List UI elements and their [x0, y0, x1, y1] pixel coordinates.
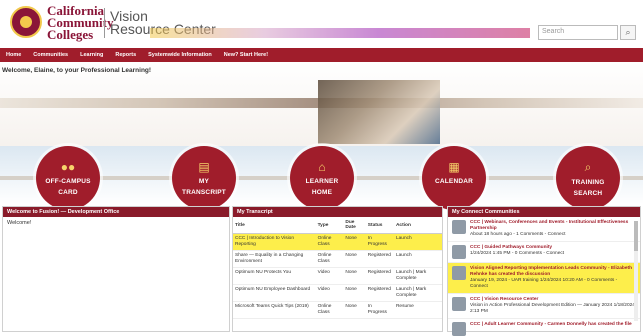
- ccc-logo-icon[interactable]: [10, 6, 42, 38]
- list-item[interactable]: CCC | Webinars, Conferences and Events -…: [448, 217, 640, 242]
- home-icon: ⌂: [318, 160, 326, 174]
- list-item[interactable]: Vision Aligned Reporting Implementation …: [448, 263, 640, 294]
- main-nav: Home Communities Learning Reports System…: [0, 48, 643, 62]
- list-item-title[interactable]: CCC | Webinars, Conferences and Events -…: [470, 220, 636, 232]
- nav-new-start-here[interactable]: New? Start Here!: [224, 52, 268, 58]
- avatar: [452, 220, 466, 234]
- tile-learner-home[interactable]: ⌂ LEARNER HOME: [290, 146, 354, 210]
- list-item-meta: Vision in Action Professional Developmen…: [470, 303, 635, 314]
- row-status: Registered: [365, 250, 394, 268]
- table-row: Optimum NU Employee Dashboard Video None…: [233, 284, 442, 302]
- nav-communities[interactable]: Communities: [33, 52, 68, 58]
- nav-reports[interactable]: Reports: [115, 52, 136, 58]
- row-title[interactable]: Optimum NU Protects You: [233, 267, 316, 285]
- row-action-link[interactable]: Launch: [393, 250, 442, 268]
- scrollbar[interactable]: [634, 221, 638, 321]
- row-action-link[interactable]: Launch | Mark Complete: [393, 267, 442, 285]
- connect-communities-panel: My Connect Communities CCC | Webinars, C…: [447, 206, 641, 336]
- tile-label: CALENDAR: [434, 178, 474, 185]
- tile-label-2: SEARCH: [573, 190, 603, 197]
- row-status: Registered: [365, 284, 394, 302]
- tile-training-search[interactable]: ⌕ TRAINING SEARCH: [556, 146, 620, 210]
- welcome-panel: Welcome to Fusion! — Development Office …: [2, 206, 230, 332]
- avatar: [452, 266, 466, 280]
- list-item-meta: About 18 hours ago - 1 Comments - Connec…: [470, 232, 566, 237]
- avatar: [452, 322, 466, 336]
- tile-label: TRAINING: [571, 179, 605, 186]
- tile-calendar[interactable]: ▦ CALENDAR: [422, 146, 486, 210]
- row-type: Online Class: [315, 301, 344, 319]
- connect-communities-title: My Connect Communities: [448, 207, 640, 217]
- row-type: Video: [315, 284, 344, 302]
- header-accent-graphic: [150, 28, 530, 38]
- row-type: Online Class: [315, 233, 344, 251]
- tile-label: OFF-CAMPUS: [45, 178, 91, 185]
- table-row: Optimum NU Protects You Video None Regis…: [233, 267, 442, 285]
- avatar: [452, 245, 466, 259]
- avatar: [452, 297, 466, 311]
- row-title[interactable]: CCC | Introduction to Vision Reporting: [233, 233, 316, 251]
- tile-label-2: HOME: [311, 189, 333, 196]
- row-due: None: [343, 284, 366, 302]
- row-title[interactable]: Optimum NU Employee Dashboard: [233, 284, 316, 302]
- row-type: Online Class: [315, 250, 344, 268]
- document-icon: ▤: [198, 160, 210, 174]
- tile-label: LEARNER: [305, 178, 339, 185]
- welcome-panel-body: Welcome!: [7, 220, 32, 226]
- row-action-link[interactable]: Resume: [393, 301, 442, 319]
- hero-photo: [318, 80, 440, 144]
- table-row: Microsoft Teams Quick Tips (2019) Online…: [233, 301, 442, 319]
- list-item[interactable]: CCC | Guided Pathways Community 1/24/2024…: [448, 242, 640, 263]
- my-transcript-panel: My Transcript Title Type Due Date Status…: [232, 206, 443, 332]
- row-due: None: [343, 267, 366, 285]
- row-status: Registered: [365, 267, 394, 285]
- search-input[interactable]: Search: [538, 25, 618, 40]
- list-item-meta: January 19, 2024 - UAR training 1/24/202…: [470, 278, 618, 289]
- list-item-title[interactable]: CCC | Adult Learner Community - Carmen D…: [470, 322, 632, 328]
- nav-home[interactable]: Home: [6, 52, 21, 58]
- logo-divider: [104, 8, 105, 38]
- row-title[interactable]: Microsoft Teams Quick Tips (2019): [233, 301, 316, 319]
- list-item-meta: 1/24/2024 1:45 PM - 0 Comments - Connect: [470, 251, 565, 256]
- transcript-table: Title Type Due Date Status Action CCC | …: [233, 217, 442, 319]
- welcome-message: Welcome, Elaine, to your Professional Le…: [2, 67, 152, 74]
- tile-label-2: TRANSCRIPT: [182, 189, 226, 196]
- list-item[interactable]: CCC | Adult Learner Community - Carmen D…: [448, 319, 640, 336]
- site-header: California Community Colleges Vision Res…: [0, 0, 643, 48]
- col-title: Title: [233, 217, 316, 234]
- welcome-panel-title: Welcome to Fusion! — Development Office: [3, 207, 229, 217]
- row-title[interactable]: Share — Equality in a Changing Environme…: [233, 250, 316, 268]
- col-action: Action: [393, 217, 442, 234]
- row-status: In Progress: [365, 301, 394, 319]
- tile-label-2: CARD: [58, 189, 78, 196]
- row-due: None: [343, 233, 366, 251]
- row-action-link[interactable]: Launch | Mark Complete: [393, 284, 442, 302]
- nav-learning[interactable]: Learning: [80, 52, 103, 58]
- nav-systemwide-information[interactable]: Systemwide Information: [148, 52, 212, 58]
- col-due-date: Due Date: [343, 217, 366, 234]
- col-type: Type: [315, 217, 344, 234]
- my-transcript-title: My Transcript: [233, 207, 442, 217]
- calendar-icon: ▦: [448, 160, 460, 174]
- search-icon: ⌕: [584, 160, 592, 174]
- tile-my-transcript[interactable]: ▤ MY TRANSCRIPT: [172, 146, 236, 210]
- group-icon: ●●: [60, 160, 76, 174]
- row-action-link[interactable]: Launch: [393, 233, 442, 251]
- list-item[interactable]: CCC | Vision Resource Center Vision in Ac…: [448, 294, 640, 319]
- row-type: Video: [315, 267, 344, 285]
- search-icon[interactable]: ⌕: [620, 25, 636, 40]
- table-row: Share — Equality in a Changing Environme…: [233, 250, 442, 268]
- row-status: In Progress: [365, 233, 394, 251]
- tile-label: MY: [198, 178, 210, 185]
- row-due: None: [343, 301, 366, 319]
- transcript-header-row: Title Type Due Date Status Action: [233, 217, 442, 234]
- table-row: CCC | Introduction to Vision Reporting O…: [233, 233, 442, 251]
- tile-off-campus-card[interactable]: ●● OFF-CAMPUS CARD: [36, 146, 100, 210]
- list-item-title[interactable]: Vision Aligned Reporting Implementation …: [470, 266, 636, 278]
- row-due: None: [343, 250, 366, 268]
- col-status: Status: [365, 217, 394, 234]
